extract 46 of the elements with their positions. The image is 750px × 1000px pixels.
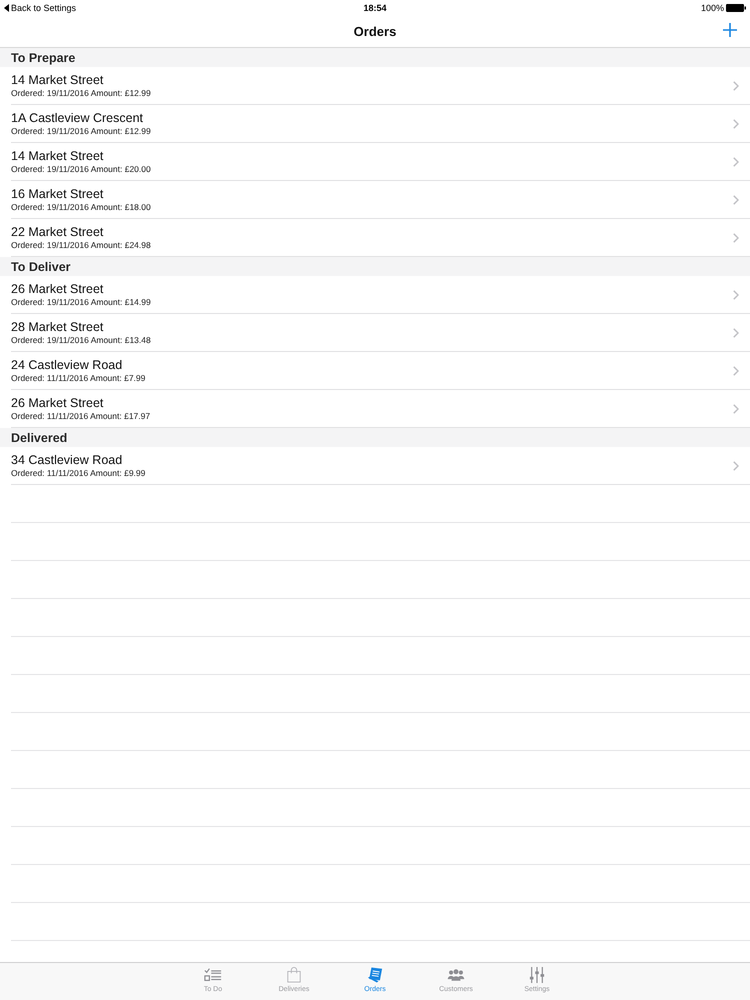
chevron-icon [733, 404, 739, 414]
chevron-icon [733, 232, 739, 242]
document-icon [366, 967, 384, 983]
chevron-icon [733, 80, 739, 90]
order-details: Ordered: 11/11/2016 Amount: £17.97 [11, 411, 150, 421]
order-address: 26 Market Street [11, 282, 104, 296]
order-address: 34 Castleview Road [11, 453, 124, 467]
order-address: 28 Market Street [11, 320, 104, 334]
chevron-icon [733, 118, 739, 128]
order-details: Ordered: 19/11/2016 Amount: £12.99 [11, 126, 151, 136]
chevron-icon [733, 194, 739, 204]
section-header: To Deliver [0, 257, 750, 276]
order-address: 16 Market Street [11, 187, 104, 201]
order-details: Ordered: 19/11/2016 Amount: £12.99 [11, 88, 151, 98]
back-icon [4, 4, 9, 12]
order-address: 22 Market Street [11, 225, 104, 239]
order-details: Ordered: 11/11/2016 Amount: £7.99 [11, 373, 146, 383]
nav-title: Orders [354, 24, 396, 38]
shopping-bag-icon [285, 967, 303, 983]
order-address: 26 Market Street [11, 396, 104, 410]
people-icon [447, 967, 465, 983]
status-time: 18:54 [363, 2, 387, 12]
order-details: Ordered: 11/11/2016 Amount: £9.99 [11, 468, 146, 478]
order-details: Ordered: 19/11/2016 Amount: £20.00 [11, 164, 151, 174]
chevron-icon [733, 328, 739, 338]
order-address: 1A Castleview Crescent [11, 111, 144, 125]
chevron-icon [733, 366, 739, 376]
section-header: To Prepare [0, 48, 750, 67]
sliders-icon [528, 967, 546, 983]
add-button[interactable] [723, 23, 737, 37]
checklist-icon [204, 967, 222, 983]
battery-icon [726, 4, 746, 12]
back-link[interactable]: Back to Settings [4, 2, 76, 12]
order-details: Ordered: 19/11/2016 Amount: £14.99 [11, 297, 151, 307]
order-address: 14 Market Street [11, 149, 104, 163]
chevron-icon [733, 156, 739, 166]
chevron-icon [733, 290, 739, 300]
add-icon [723, 23, 737, 37]
section-header: Delivered [0, 428, 750, 447]
order-address: 24 Castleview Road [11, 358, 124, 372]
order-address: 14 Market Street [11, 73, 104, 87]
order-details: Ordered: 19/11/2016 Amount: £18.00 [11, 202, 151, 212]
order-details: Ordered: 19/11/2016 Amount: £13.48 [11, 335, 151, 345]
battery-percentage: 100% [700, 2, 724, 12]
order-details: Ordered: 19/11/2016 Amount: £24.98 [11, 240, 151, 250]
chevron-icon [733, 460, 739, 470]
